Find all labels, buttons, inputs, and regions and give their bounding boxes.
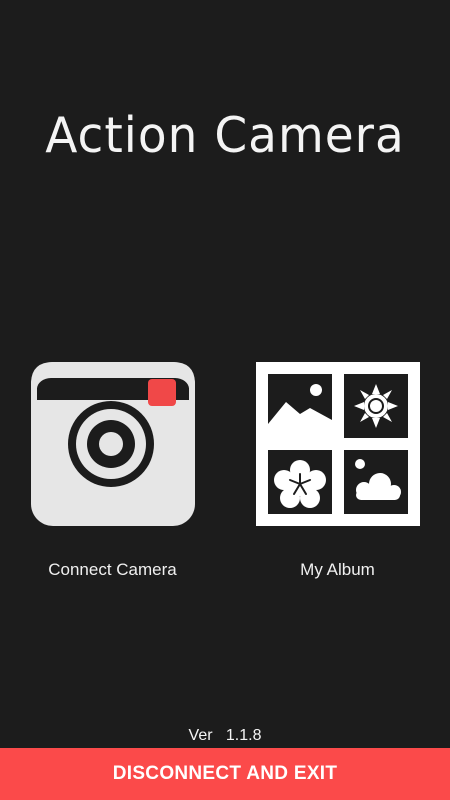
my-album-label[interactable]: My Album — [225, 560, 450, 580]
version-text: Ver 1.1.8 — [188, 727, 262, 744]
album-icon — [256, 362, 420, 526]
exit-button-label: DISCONNECT AND EXIT — [112, 763, 338, 784]
disconnect-and-exit-button[interactable]: DISCONNECT AND EXIT — [0, 748, 450, 800]
app-title: Action Camera — [45, 106, 405, 165]
my-album-button[interactable] — [256, 362, 420, 526]
connect-camera-button[interactable] — [31, 362, 195, 526]
camera-icon — [31, 362, 195, 526]
connect-camera-label[interactable]: Connect Camera — [0, 560, 225, 580]
